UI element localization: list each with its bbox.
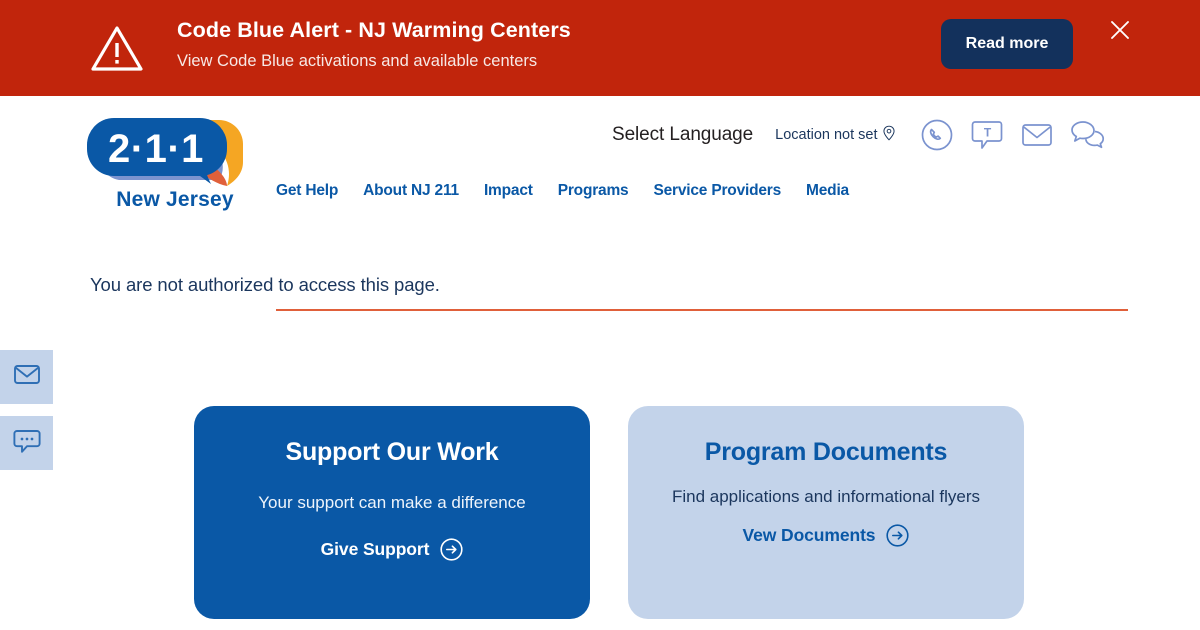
nav-item-media[interactable]: Media <box>806 182 849 200</box>
promo-cards: Support Our Work Your support can make a… <box>194 406 1024 619</box>
email-envelope-icon[interactable] <box>1018 118 1056 152</box>
alert-subtitle: View Code Blue activations and available… <box>177 51 538 70</box>
arrow-right-circle-icon <box>886 524 910 547</box>
utility-icon-group: T <box>918 118 1106 152</box>
chat-bubbles-icon[interactable] <box>1068 118 1106 152</box>
logo-211-icon: 2·1·1 <box>87 118 243 186</box>
email-tab[interactable] <box>0 350 53 404</box>
phone-circle-icon[interactable] <box>918 118 956 152</box>
alert-banner: Code Blue Alert - NJ Warming Centers Vie… <box>0 0 1200 96</box>
card-subtitle: Your support can make a difference <box>258 493 526 512</box>
nav-item-programs[interactable]: Programs <box>558 182 629 200</box>
page-message: You are not authorized to access this pa… <box>90 274 440 295</box>
select-language-button[interactable]: Select Language <box>612 124 753 146</box>
warning-triangle-icon <box>90 24 144 72</box>
text-bubble-icon[interactable]: T <box>968 118 1006 152</box>
card-title: Program Documents <box>704 438 948 466</box>
card-cta-label: Vew Documents <box>742 524 876 545</box>
site-header: 2·1·1 New Jersey Select Language Locatio… <box>0 96 1200 311</box>
nav-item-impact[interactable]: Impact <box>484 182 533 200</box>
give-support-link[interactable]: Give Support <box>321 538 464 561</box>
close-icon[interactable] <box>1108 18 1132 42</box>
alert-text-group: Code Blue Alert - NJ Warming Centers Vie… <box>177 17 917 72</box>
site-logo[interactable]: 2·1·1 New Jersey <box>85 114 265 212</box>
card-cta-label: Give Support <box>320 538 430 559</box>
location-pin-icon <box>882 125 896 145</box>
logo-state-label: New Jersey <box>116 188 234 211</box>
svg-text:2·1·1: 2·1·1 <box>108 127 204 171</box>
alert-title: Code Blue Alert - NJ Warming Centers <box>177 18 571 42</box>
header-utilities: Select Language Location not set T <box>612 118 1106 152</box>
location-label: Location not set <box>775 127 878 143</box>
chat-bubble-dots-icon <box>12 428 42 459</box>
card-subtitle: Find applications and informational flye… <box>671 487 981 506</box>
nav-divider <box>276 309 1128 311</box>
floating-side-tabs <box>0 350 53 470</box>
arrow-right-circle-icon <box>440 538 463 561</box>
view-documents-link[interactable]: Vew Documents <box>743 524 910 547</box>
svg-text:T: T <box>983 126 991 140</box>
program-documents-card[interactable]: Program Documents Find applications and … <box>628 406 1024 619</box>
nav-item-service-providers[interactable]: Service Providers <box>653 182 781 200</box>
support-our-work-card[interactable]: Support Our Work Your support can make a… <box>194 406 590 619</box>
read-more-button[interactable]: Read more <box>941 19 1073 69</box>
main-navigation: Get Help About NJ 211 Impact Programs Se… <box>276 182 1131 200</box>
location-status-button[interactable]: Location not set <box>775 125 895 145</box>
nav-item-get-help[interactable]: Get Help <box>276 182 338 200</box>
nav-item-about-nj-211[interactable]: About NJ 211 <box>363 182 459 200</box>
envelope-icon <box>12 362 42 393</box>
chat-tab[interactable] <box>0 416 53 470</box>
card-title: Support Our Work <box>285 438 499 466</box>
